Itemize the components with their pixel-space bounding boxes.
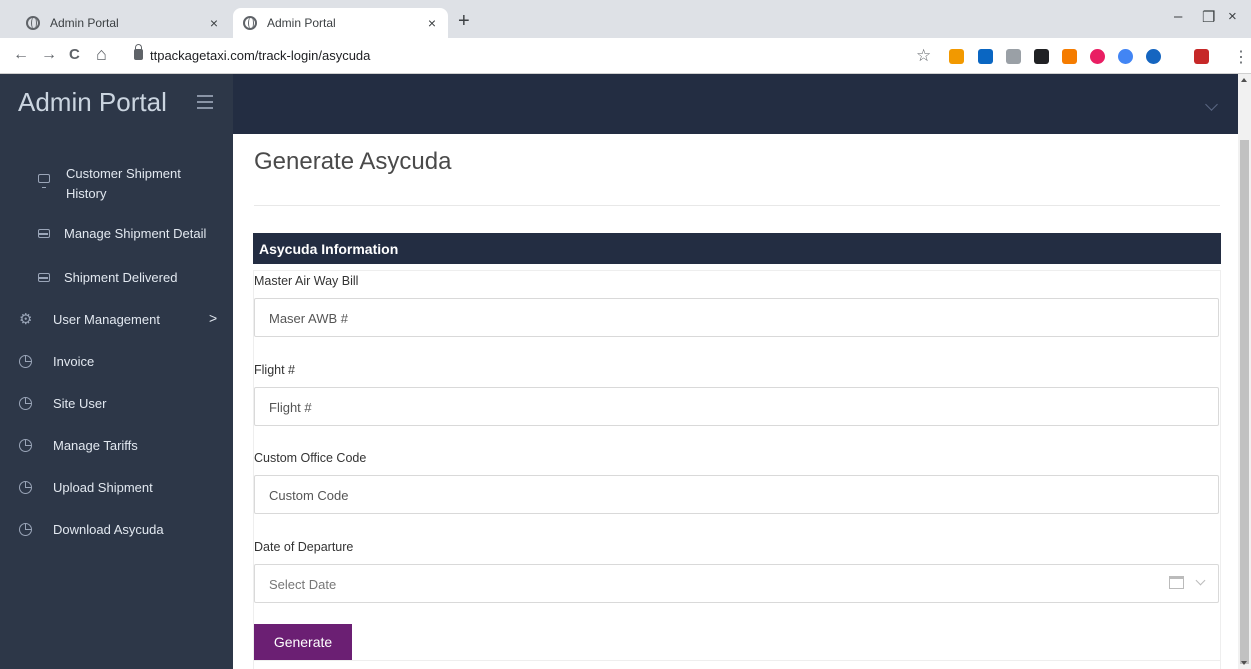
- brand-header: Admin Portal: [0, 74, 233, 134]
- hamburger-menu-icon[interactable]: [197, 95, 213, 109]
- lock-icon: [134, 44, 143, 60]
- sidebar-item-label: User Management: [53, 312, 160, 327]
- profile-extension-icon[interactable]: [1194, 49, 1209, 64]
- sidebar-item-label: Site User: [53, 396, 107, 411]
- sidebar-item-download-asycuda[interactable]: Download Asycuda: [0, 520, 233, 540]
- close-window-icon[interactable]: ×: [1228, 8, 1237, 25]
- sidebar-item-manage-tariffs[interactable]: Manage Tariffs: [0, 436, 233, 456]
- master-awb-input[interactable]: Maser AWB #: [254, 298, 1219, 337]
- browser-tab-2[interactable]: Admin Portal ×: [233, 8, 448, 38]
- color-extension-icon[interactable]: [1090, 49, 1105, 64]
- chevron-right-icon: >: [209, 310, 218, 326]
- browser-tab-1[interactable]: Admin Portal ×: [0, 8, 230, 38]
- rss-extension-icon[interactable]: [949, 49, 964, 64]
- blue-extension-icon[interactable]: [1146, 49, 1161, 64]
- sidebar-item-label: Manage Shipment Detail: [64, 226, 207, 241]
- sidebar-item-label: Customer Shipment History: [66, 166, 181, 201]
- sidebar-item-upload-shipment[interactable]: Upload Shipment: [0, 478, 233, 498]
- date-placeholder: Select Date: [269, 577, 337, 592]
- master-awb-label: Master Air Way Bill: [254, 274, 359, 288]
- divider: [254, 205, 1220, 206]
- flight-input[interactable]: Flight #: [254, 387, 1219, 426]
- back-icon[interactable]: ←: [13, 46, 29, 64]
- card-icon: [38, 229, 50, 238]
- sidebar-item-invoice[interactable]: Invoice: [0, 352, 233, 372]
- clock-icon: [19, 439, 32, 452]
- page-title: Generate Asycuda: [254, 148, 452, 175]
- divider: [254, 660, 1220, 661]
- globe-icon: [243, 16, 257, 30]
- clock-icon: [19, 481, 32, 494]
- scroll-down-arrow-icon[interactable]: [1241, 661, 1247, 665]
- sidebar-item-label: Download Asycuda: [53, 522, 164, 537]
- monitor-icon: [38, 174, 50, 188]
- sidebar-item-customer-shipment-history[interactable]: Customer Shipment History: [0, 160, 233, 208]
- linkedin-extension-icon[interactable]: [978, 49, 993, 64]
- sidebar-item-label: Manage Tariffs: [53, 438, 138, 453]
- user-menu-chevron-icon[interactable]: [1205, 98, 1218, 111]
- sidebar-item-site-user[interactable]: Site User: [0, 394, 233, 414]
- tab-title: Admin Portal: [267, 16, 336, 30]
- reload-icon[interactable]: C: [69, 46, 80, 63]
- close-tab-icon[interactable]: ×: [210, 15, 218, 31]
- address-bar: ← → C ⌂ ttpackagetaxi.com/track-login/as…: [0, 38, 1251, 74]
- clock-icon: [19, 355, 32, 368]
- custom-code-input[interactable]: Custom Code: [254, 475, 1219, 514]
- calendar-icon[interactable]: [1169, 576, 1184, 589]
- forward-icon[interactable]: →: [41, 46, 57, 64]
- clock-icon: [19, 523, 32, 536]
- browser-menu-icon[interactable]: ⋮: [1233, 47, 1249, 67]
- tab-title: Admin Portal: [50, 16, 119, 30]
- date-of-departure-label: Date of Departure: [254, 540, 354, 554]
- flight-label: Flight #: [254, 363, 295, 377]
- clock-icon: [19, 397, 32, 410]
- page-scrollbar[interactable]: [1238, 74, 1251, 669]
- brand-title: Admin Portal: [18, 87, 167, 117]
- sidebar-item-user-management[interactable]: ⚙ User Management >: [0, 310, 233, 330]
- restore-icon[interactable]: ❐: [1202, 8, 1215, 26]
- bookmark-star-icon[interactable]: ☆: [916, 46, 931, 66]
- g-extension-icon[interactable]: [1006, 49, 1021, 64]
- feed-extension-icon[interactable]: [1062, 49, 1077, 64]
- custom-office-code-label: Custom Office Code: [254, 451, 367, 465]
- home-icon[interactable]: ⌂: [96, 44, 107, 65]
- sidebar-item-label: Invoice: [53, 354, 95, 369]
- circle-extension-icon[interactable]: [1118, 49, 1133, 64]
- scroll-up-arrow-icon[interactable]: [1241, 78, 1247, 82]
- sidebar-item-label: Upload Shipment: [53, 480, 153, 495]
- sidebar-item-shipment-delivered[interactable]: Shipment Delivered: [0, 268, 233, 288]
- close-tab-icon[interactable]: ×: [428, 15, 436, 31]
- globe-icon: [26, 16, 40, 30]
- departure-date-picker[interactable]: Select Date: [254, 564, 1219, 603]
- url-field[interactable]: ttpackagetaxi.com/track-login/asycuda: [150, 48, 370, 63]
- card-icon: [38, 273, 50, 282]
- browser-tab-bar: Admin Portal × Admin Portal × + – ❐ ×: [0, 0, 1251, 38]
- sidebar-item-manage-shipment-detail[interactable]: Manage Shipment Detail: [0, 224, 233, 244]
- chevron-down-icon[interactable]: [1195, 575, 1206, 586]
- minimize-icon[interactable]: –: [1174, 8, 1182, 25]
- sidebar-item-label: Shipment Delivered: [64, 270, 178, 285]
- sidebar: Admin Portal Customer Shipment History M…: [0, 74, 233, 669]
- new-tab-button[interactable]: +: [458, 10, 470, 33]
- top-header-bar: [233, 74, 1238, 134]
- dark-extension-icon[interactable]: [1034, 49, 1049, 64]
- gear-icon: ⚙: [19, 311, 33, 328]
- card-header: Asycuda Information: [253, 233, 1221, 264]
- generate-button[interactable]: Generate: [254, 624, 352, 661]
- scroll-thumb[interactable]: [1240, 140, 1249, 664]
